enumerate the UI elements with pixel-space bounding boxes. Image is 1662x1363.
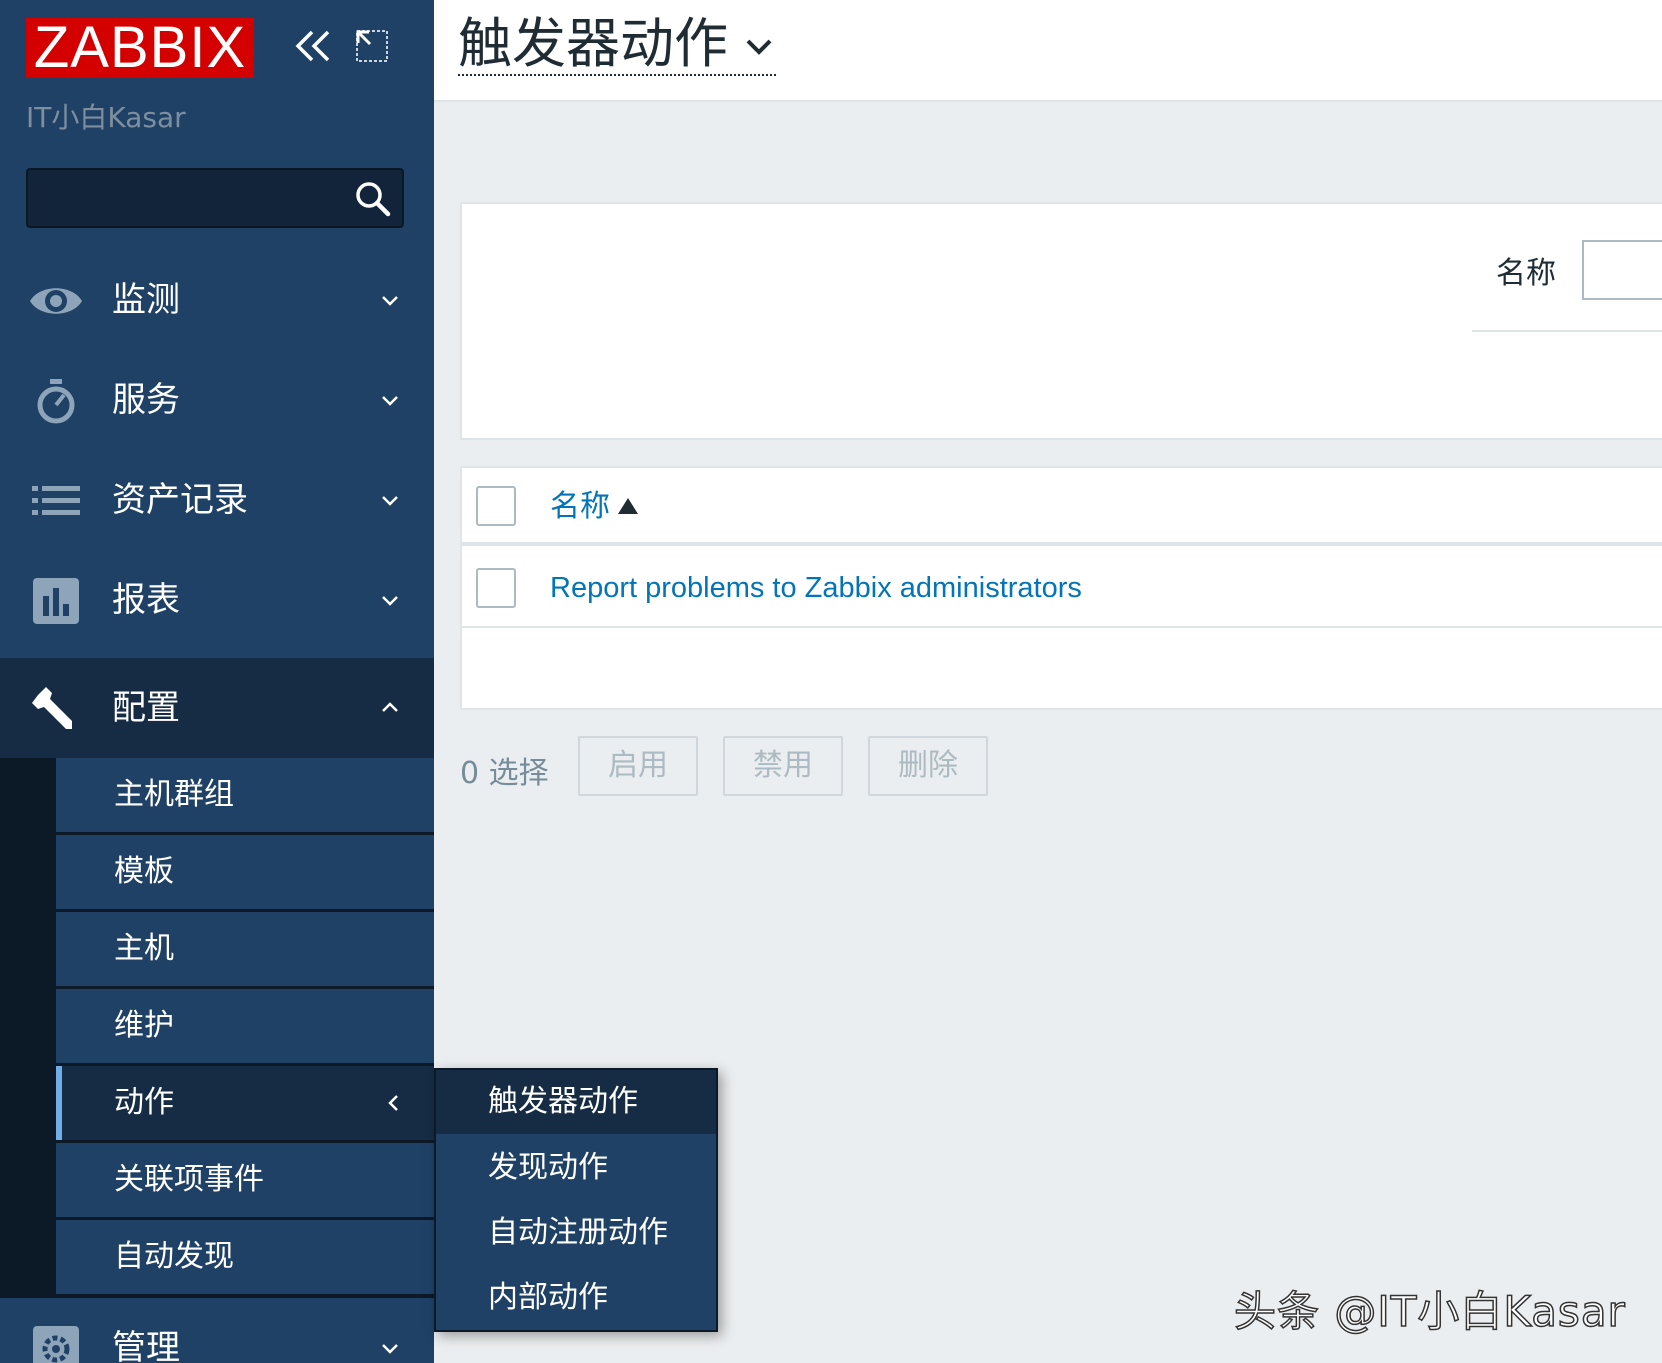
menu-administration[interactable]: 管理: [0, 1298, 434, 1363]
chevron-left-icon: [388, 1095, 398, 1111]
submenu-label: 主机群组: [114, 777, 234, 812]
collapse-sidebar-button[interactable]: [290, 24, 334, 68]
menu-inventory[interactable]: 资产记录: [0, 450, 434, 550]
chevron-down-icon: [746, 39, 772, 55]
eye-icon: [28, 276, 84, 326]
search-icon[interactable]: [354, 180, 392, 218]
page-title: 触发器动作: [458, 12, 728, 75]
table-header: 名称: [462, 468, 1662, 546]
filter-name-input[interactable]: [1582, 240, 1662, 300]
wrench-icon: [28, 684, 84, 734]
list-icon: [28, 476, 84, 526]
flyout-discovery-actions[interactable]: 发现动作: [436, 1136, 716, 1200]
chevron-up-icon: [382, 702, 398, 712]
menu-configuration[interactable]: 配置: [0, 658, 434, 758]
kiosk-mode-button[interactable]: [354, 28, 390, 64]
submenu-actions[interactable]: 动作: [56, 1066, 434, 1140]
bar-chart-icon: [28, 576, 84, 626]
watermark: 头条 @IT小白Kasar: [1233, 1286, 1626, 1337]
enable-button[interactable]: 启用: [578, 736, 698, 796]
flyout-autoregistration-actions[interactable]: 自动注册动作: [436, 1201, 716, 1265]
selected-count: 0 选择: [460, 756, 549, 791]
server-name: IT小白Kasar: [26, 101, 186, 134]
filter-panel: 名称: [460, 202, 1662, 440]
search-input[interactable]: [28, 170, 348, 226]
actions-table: 名称 Report problems to Zabbix administrat…: [460, 466, 1662, 710]
menu-monitoring[interactable]: 监测: [0, 250, 434, 350]
submenu-maintenance[interactable]: 维护: [56, 989, 434, 1063]
submenu-label: 模板: [114, 854, 174, 889]
flyout-internal-actions[interactable]: 内部动作: [436, 1266, 716, 1330]
chevron-down-icon: [382, 496, 398, 506]
zabbix-logo[interactable]: ZABBIX: [26, 18, 254, 78]
menu-label: 资产记录: [112, 480, 248, 520]
filter-divider: [1472, 330, 1662, 332]
submenu-label: 主机: [114, 931, 174, 966]
chevron-down-icon: [382, 396, 398, 406]
menu-label: 配置: [112, 688, 180, 728]
chevron-down-icon: [382, 1344, 398, 1354]
actions-flyout-menu: 触发器动作 发现动作 自动注册动作 内部动作: [434, 1068, 718, 1332]
delete-button[interactable]: 删除: [868, 736, 988, 796]
double-chevron-left-icon: [295, 30, 330, 62]
submenu-event-correlation[interactable]: 关联项事件: [56, 1143, 434, 1217]
stopwatch-icon: [28, 376, 84, 426]
disable-button[interactable]: 禁用: [723, 736, 843, 796]
column-name-sort[interactable]: 名称: [550, 468, 638, 546]
menu-services[interactable]: 服务: [0, 350, 434, 450]
sidebar: ZABBIX IT小白Kasar 监测 服务 资产记录 报表 配置 主机群组 模…: [0, 0, 434, 1363]
menu-label: 管理: [112, 1328, 180, 1363]
submenu-label: 动作: [114, 1085, 174, 1120]
sort-ascending-icon: [618, 497, 638, 514]
select-all-checkbox[interactable]: [476, 486, 516, 526]
submenu-templates[interactable]: 模板: [56, 835, 434, 909]
menu-label: 监测: [112, 280, 180, 320]
table-row: Report problems to Zabbix administrators: [462, 550, 1662, 628]
column-name-label: 名称: [550, 489, 610, 524]
action-name-link[interactable]: Report problems to Zabbix administrators: [550, 550, 1082, 626]
configuration-submenu: 主机群组 模板 主机 维护 动作 关联项事件 自动发现: [0, 758, 434, 1298]
submenu-label: 关联项事件: [114, 1162, 264, 1197]
submenu-discovery[interactable]: 自动发现: [56, 1220, 434, 1294]
submenu-host-groups[interactable]: 主机群组: [56, 758, 434, 832]
row-checkbox[interactable]: [476, 568, 516, 608]
submenu-label: 自动发现: [114, 1239, 234, 1274]
kiosk-icon: [356, 30, 388, 62]
menu-label: 服务: [112, 380, 180, 420]
gear-icon: [28, 1324, 84, 1363]
chevron-down-icon: [382, 596, 398, 606]
filter-name-label: 名称: [1496, 256, 1556, 291]
submenu-hosts[interactable]: 主机: [56, 912, 434, 986]
menu-reports[interactable]: 报表: [0, 550, 434, 650]
page-title-dropdown[interactable]: 触发器动作: [458, 14, 776, 76]
search-box: [26, 168, 404, 228]
submenu-label: 维护: [114, 1008, 174, 1043]
page-header: 触发器动作: [434, 0, 1662, 102]
flyout-trigger-actions[interactable]: 触发器动作: [436, 1070, 716, 1134]
menu-label: 报表: [112, 580, 180, 620]
chevron-down-icon: [382, 296, 398, 306]
